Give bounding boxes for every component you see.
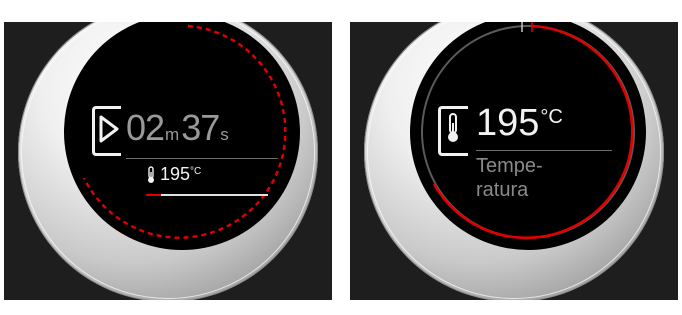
divider bbox=[126, 158, 278, 159]
divider bbox=[476, 150, 612, 151]
temperature-unit: °C bbox=[190, 166, 202, 177]
round-display: 02m37s 195 °C bbox=[64, 22, 300, 250]
thermometer-icon[interactable] bbox=[446, 113, 460, 143]
progress-bar bbox=[146, 194, 268, 196]
timer-display-panel: 02m37s 195 °C bbox=[4, 22, 332, 300]
control-knob-ring[interactable]: 195 °C Tempe- ratura bbox=[364, 22, 664, 300]
temperature-value: 195 bbox=[476, 102, 540, 144]
thermometer-icon bbox=[148, 166, 154, 183]
timer-arc-dashed bbox=[82, 24, 287, 239]
remaining-time: 02m37s bbox=[126, 107, 231, 149]
temperature-unit: °C bbox=[540, 106, 563, 128]
play-icon[interactable] bbox=[98, 114, 120, 144]
timer-minutes: 02 bbox=[126, 107, 165, 148]
timer-seconds-unit: s bbox=[220, 125, 229, 144]
temperature-readout: 195 °C bbox=[476, 102, 563, 145]
timer-minutes-unit: m bbox=[165, 125, 180, 144]
control-knob-ring[interactable]: 02m37s 195 °C bbox=[18, 22, 318, 300]
temperature-readout: 195 °C bbox=[146, 164, 201, 185]
timer-seconds: 37 bbox=[181, 107, 220, 148]
setting-label-line2: ratura bbox=[476, 179, 529, 201]
thermometer-icon-frame bbox=[438, 106, 468, 156]
setting-label-line1: Tempe- bbox=[476, 155, 543, 177]
setting-label: Tempe- ratura bbox=[476, 154, 576, 202]
round-display: 195 °C Tempe- ratura bbox=[410, 22, 646, 250]
temperature-setting-panel: 195 °C Tempe- ratura bbox=[350, 22, 678, 300]
temperature-arc bbox=[421, 22, 635, 240]
progress-bar-fill bbox=[146, 194, 161, 196]
play-icon-frame bbox=[92, 106, 121, 156]
temperature-value: 195 bbox=[160, 164, 191, 184]
